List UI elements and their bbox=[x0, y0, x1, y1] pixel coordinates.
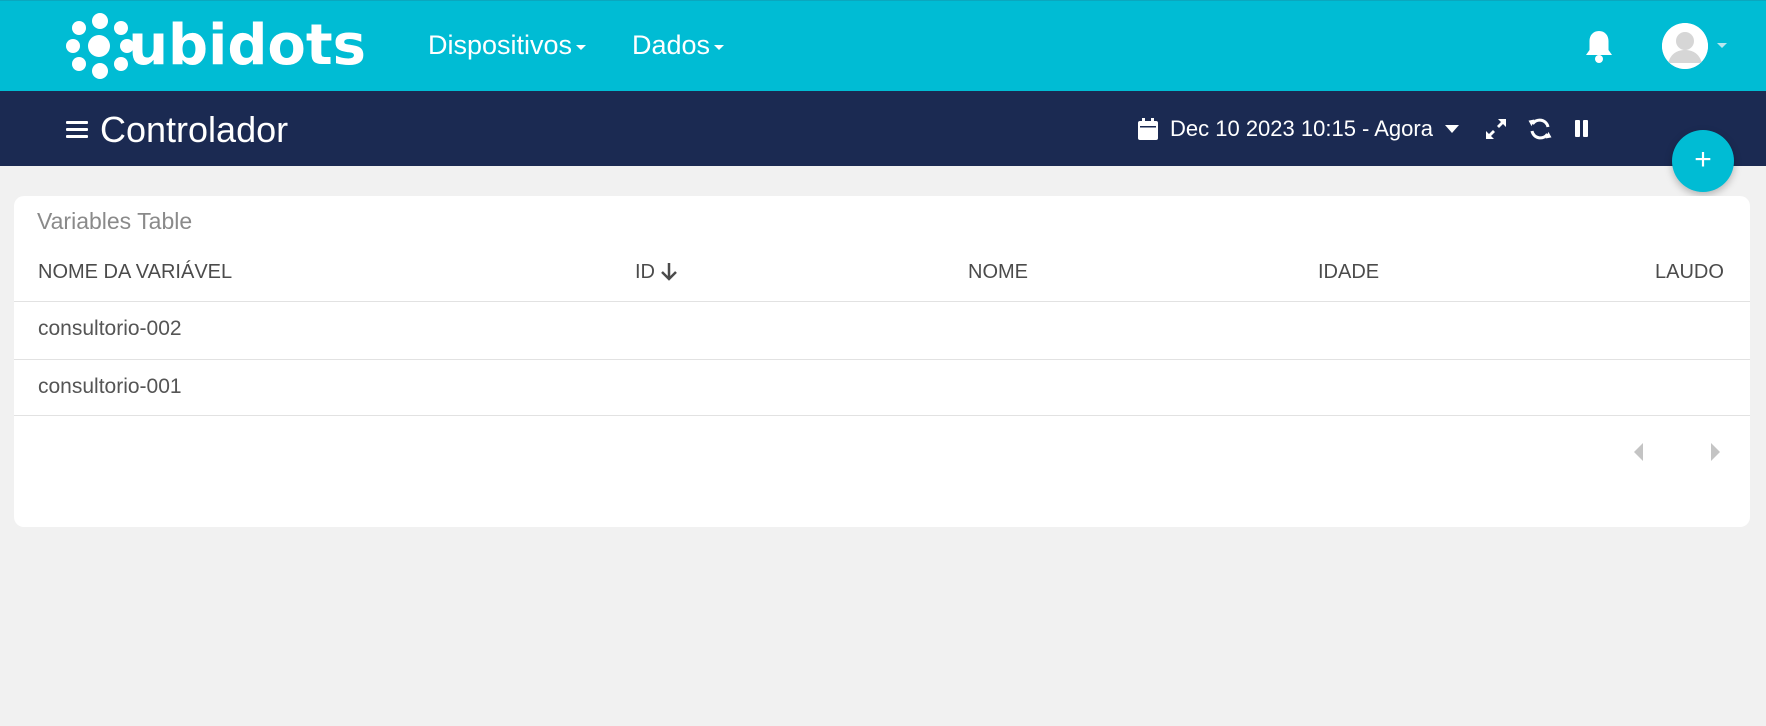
top-navbar: ubidots Dispositivos Dados bbox=[0, 0, 1766, 91]
expand-icon[interactable] bbox=[1484, 117, 1508, 141]
column-header-id-label: ID bbox=[635, 261, 655, 283]
refresh-icon[interactable] bbox=[1528, 117, 1552, 141]
table-row[interactable]: consultorio-002 bbox=[38, 316, 182, 342]
chevron-down-icon bbox=[714, 44, 725, 50]
next-page-icon[interactable] bbox=[1711, 443, 1720, 461]
date-range-label: Dec 10 2023 10:15 - Agora bbox=[1170, 116, 1433, 141]
arrow-down-icon bbox=[661, 263, 677, 281]
pause-icon[interactable] bbox=[1570, 117, 1594, 141]
user-avatar[interactable] bbox=[1662, 23, 1708, 69]
nav-dispositivos-label: Dispositivos bbox=[428, 30, 573, 60]
table-row[interactable]: consultorio-001 bbox=[38, 374, 182, 400]
widget-title: Variables Table bbox=[37, 208, 193, 234]
variables-table-widget: Variables Table NOME DA VARIÁVEL ID NOME… bbox=[14, 196, 1750, 527]
table-divider bbox=[14, 301, 1750, 302]
menu-icon[interactable] bbox=[66, 121, 88, 139]
logo-text: ubidots bbox=[128, 13, 366, 78]
table-divider bbox=[14, 359, 1750, 360]
chevron-down-icon bbox=[576, 44, 587, 50]
column-header-nome[interactable]: NOME bbox=[968, 260, 1028, 284]
date-range-picker[interactable]: Dec 10 2023 10:15 - Agora bbox=[1138, 112, 1459, 146]
column-header-nome-da-variavel[interactable]: NOME DA VARIÁVEL bbox=[38, 260, 232, 284]
column-header-idade[interactable]: IDADE bbox=[1318, 260, 1379, 284]
table-divider bbox=[14, 415, 1750, 416]
user-icon bbox=[1662, 23, 1708, 69]
ubidots-logo[interactable]: ubidots bbox=[66, 13, 366, 79]
column-header-laudo[interactable]: LAUDO bbox=[1655, 260, 1724, 284]
nav-dados[interactable]: Dados bbox=[632, 27, 725, 63]
bell-icon[interactable] bbox=[1583, 29, 1615, 65]
avatar-chevron-down-icon[interactable] bbox=[1717, 43, 1727, 48]
nav-dispositivos[interactable]: Dispositivos bbox=[428, 27, 587, 63]
logo-dots-icon bbox=[66, 13, 134, 79]
calendar-icon bbox=[1138, 118, 1158, 140]
column-header-id[interactable]: ID bbox=[635, 260, 678, 284]
dashboard-title: Controlador bbox=[100, 109, 289, 150]
nav-dados-label: Dados bbox=[632, 30, 711, 60]
add-widget-button[interactable]: + bbox=[1672, 130, 1734, 192]
chevron-down-icon bbox=[1444, 125, 1459, 133]
previous-page-icon[interactable] bbox=[1634, 443, 1643, 461]
